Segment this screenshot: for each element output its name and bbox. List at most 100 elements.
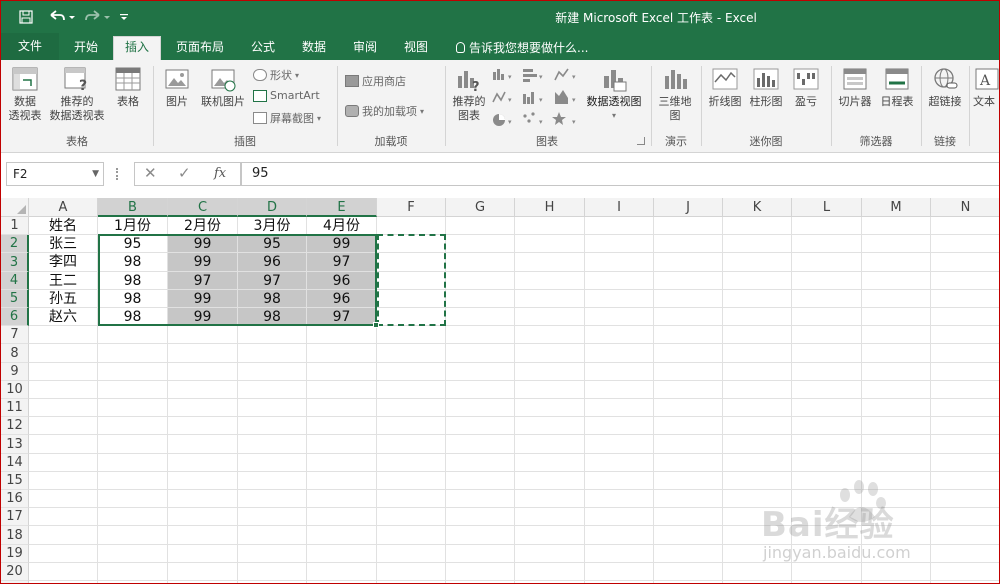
cell-m6[interactable] (862, 308, 931, 326)
cell-c5[interactable]: 99 (168, 290, 238, 308)
cell-b12[interactable] (98, 417, 168, 435)
pictures-button[interactable]: 图片 (159, 66, 195, 109)
cell-d18[interactable] (238, 526, 307, 545)
cell-h10[interactable] (515, 381, 585, 399)
cell-m18[interactable] (862, 526, 931, 545)
cell-a1[interactable]: 姓名 (29, 217, 98, 235)
cell-i4[interactable] (585, 272, 654, 290)
row-header-2[interactable]: 2 (1, 235, 29, 253)
row-header-18[interactable]: 18 (1, 526, 29, 545)
cell-i1[interactable] (585, 217, 654, 235)
cell-m9[interactable] (862, 363, 931, 381)
cell-a18[interactable] (29, 526, 98, 545)
cell-l10[interactable] (792, 381, 862, 399)
cell-g8[interactable] (446, 344, 515, 363)
cell-a6[interactable]: 赵六 (29, 308, 98, 326)
cell-k7[interactable] (723, 326, 792, 344)
cell-k17[interactable] (723, 508, 792, 526)
timeline-button[interactable]: 日程表 (877, 66, 917, 109)
cell-l12[interactable] (792, 417, 862, 435)
cell-k14[interactable] (723, 454, 792, 472)
cell-g6[interactable] (446, 308, 515, 326)
cell-j19[interactable] (654, 545, 723, 563)
cell-j6[interactable] (654, 308, 723, 326)
tab-file[interactable]: 文件 (1, 33, 59, 60)
cell-k18[interactable] (723, 526, 792, 545)
cell-d19[interactable] (238, 545, 307, 563)
cell-n9[interactable] (931, 363, 999, 381)
cell-k10[interactable] (723, 381, 792, 399)
cell-d8[interactable] (238, 344, 307, 363)
cell-m11[interactable] (862, 399, 931, 417)
cell-l2[interactable] (792, 235, 862, 253)
cell-a2[interactable]: 张三 (29, 235, 98, 253)
insert-function-icon[interactable]: fx (214, 166, 226, 181)
cell-c15[interactable] (168, 472, 238, 490)
cell-j17[interactable] (654, 508, 723, 526)
cell-g15[interactable] (446, 472, 515, 490)
cell-a13[interactable] (29, 435, 98, 454)
cell-n3[interactable] (931, 253, 999, 272)
cell-b11[interactable] (98, 399, 168, 417)
sparkline-column-button[interactable]: 柱形图 (747, 66, 785, 109)
cell-h3[interactable] (515, 253, 585, 272)
cell-c18[interactable] (168, 526, 238, 545)
cell-f11[interactable] (377, 399, 446, 417)
cell-i13[interactable] (585, 435, 654, 454)
table-button[interactable]: 表格 (109, 66, 147, 109)
cell-i14[interactable] (585, 454, 654, 472)
cell-a11[interactable] (29, 399, 98, 417)
cell-b8[interactable] (98, 344, 168, 363)
cell-e4[interactable]: 96 (307, 272, 377, 290)
cell-i7[interactable] (585, 326, 654, 344)
cell-a19[interactable] (29, 545, 98, 563)
fill-handle[interactable] (373, 322, 379, 328)
cell-m20[interactable] (862, 563, 931, 581)
cell-h8[interactable] (515, 344, 585, 363)
row-header-7[interactable]: 7 (1, 326, 29, 344)
cell-l13[interactable] (792, 435, 862, 454)
cell-h7[interactable] (515, 326, 585, 344)
name-box-dropdown-icon[interactable]: ▼ (92, 163, 99, 185)
row-header-8[interactable]: 8 (1, 344, 29, 363)
cell-d3[interactable]: 96 (238, 253, 307, 272)
cell-e7[interactable] (307, 326, 377, 344)
row-header-15[interactable]: 15 (1, 472, 29, 490)
cell-g18[interactable] (446, 526, 515, 545)
cell-a15[interactable] (29, 472, 98, 490)
cell-i9[interactable] (585, 363, 654, 381)
cell-l7[interactable] (792, 326, 862, 344)
cell-l17[interactable] (792, 508, 862, 526)
recommended-pivot-button[interactable]: ? 推荐的 数据透视表 (47, 66, 107, 123)
cell-k4[interactable] (723, 272, 792, 290)
column-header-l[interactable]: L (792, 198, 862, 217)
cell-b10[interactable] (98, 381, 168, 399)
cell-n14[interactable] (931, 454, 999, 472)
chart-types-gallery[interactable]: ▾ ▾ ▾ ▾ ▾ ▾ ▾ ▾ ▾ (491, 66, 587, 126)
cell-f10[interactable] (377, 381, 446, 399)
cell-f16[interactable] (377, 490, 446, 508)
cell-j20[interactable] (654, 563, 723, 581)
cell-g4[interactable] (446, 272, 515, 290)
cell-n1[interactable] (931, 217, 999, 235)
cell-m14[interactable] (862, 454, 931, 472)
name-box[interactable]: F2 ▼ (6, 162, 104, 186)
cell-i19[interactable] (585, 545, 654, 563)
row-header-19[interactable]: 19 (1, 545, 29, 563)
cell-l3[interactable] (792, 253, 862, 272)
cell-n16[interactable] (931, 490, 999, 508)
cell-b1[interactable]: 1月份 (98, 217, 168, 235)
cell-k9[interactable] (723, 363, 792, 381)
cell-b7[interactable] (98, 326, 168, 344)
cell-g9[interactable] (446, 363, 515, 381)
cell-j12[interactable] (654, 417, 723, 435)
cell-a14[interactable] (29, 454, 98, 472)
cell-b20[interactable] (98, 563, 168, 581)
cell-c16[interactable] (168, 490, 238, 508)
cell-h19[interactable] (515, 545, 585, 563)
cell-l15[interactable] (792, 472, 862, 490)
cell-a12[interactable] (29, 417, 98, 435)
cell-n2[interactable] (931, 235, 999, 253)
cell-k2[interactable] (723, 235, 792, 253)
cell-d5[interactable]: 98 (238, 290, 307, 308)
